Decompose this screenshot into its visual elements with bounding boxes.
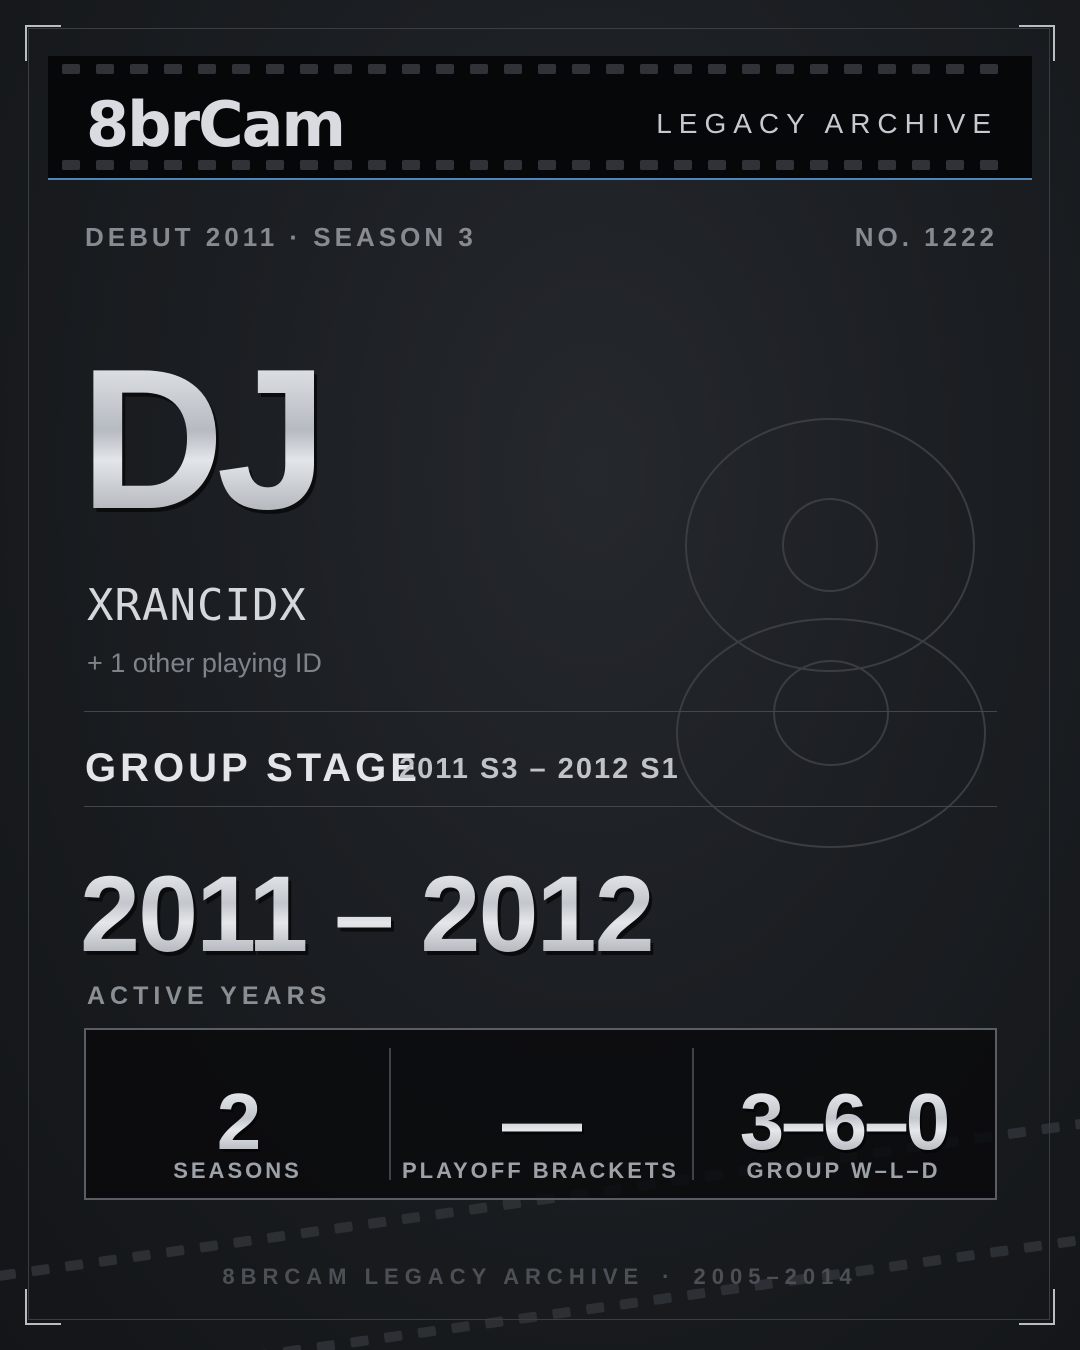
film-perforation [470, 160, 488, 170]
film-perforation [334, 64, 352, 74]
film-perforation [266, 64, 284, 74]
film-perforation [640, 64, 658, 74]
film-perforation [164, 64, 182, 74]
film-perforation [164, 160, 182, 170]
film-perforation [130, 64, 148, 74]
film-perforation [62, 160, 80, 170]
header-film-strip: 8brCam LEGACY ARCHIVE [48, 56, 1032, 180]
footer-separator: · [662, 1264, 676, 1289]
film-perforation [946, 64, 964, 74]
film-perforation [742, 160, 760, 170]
stage-range: 2011 S3 – 2012 S1 [399, 753, 680, 785]
film-perforation [436, 64, 454, 74]
stat-value: 2 [86, 1082, 389, 1162]
film-perforation [383, 1330, 403, 1343]
film-perforation [640, 160, 658, 170]
film-perforation [1074, 1117, 1080, 1130]
film-perforation [946, 160, 964, 170]
film-perforation [572, 160, 590, 170]
film-perforation [878, 64, 896, 74]
footer: 8BRCAM LEGACY ARCHIVE · 2005–2014 [0, 1264, 1080, 1290]
player-name: XRANCIDX [87, 580, 307, 631]
film-perforation [451, 1321, 470, 1334]
header-subtitle: LEGACY ARCHIVE [656, 108, 998, 139]
film-perforation [674, 64, 692, 74]
debut-info: DEBUT 2011 · SEASON 3 [85, 222, 477, 252]
stat-playoff-brackets: — PLAYOFF BRACKETS [389, 1030, 692, 1198]
stat-value: 3–6–0 [692, 1082, 995, 1162]
film-perforation [1057, 1236, 1076, 1248]
stat-group-record: 3–6–0 GROUP W–L–D [692, 1030, 995, 1198]
brand-logo: 8brCam [86, 88, 346, 161]
active-years: 2011 – 2012 [80, 853, 655, 974]
film-perforation [232, 64, 250, 74]
film-perforation [572, 64, 590, 74]
film-perforation [538, 64, 556, 74]
footer-archive-name: 8BRCAM LEGACY ARCHIVE [222, 1264, 645, 1289]
film-perforation [504, 64, 522, 74]
film-perforation [708, 160, 726, 170]
film-perforation [538, 160, 556, 170]
other-ids-note: + 1 other playing ID [87, 648, 322, 678]
film-perforation [316, 1340, 336, 1350]
film-perforation [198, 64, 216, 74]
film-perforation [402, 160, 420, 170]
film-perforation [776, 160, 794, 170]
player-initials: DJ [80, 328, 328, 551]
stat-label: GROUP W–L–D [746, 1158, 941, 1183]
film-perforation [742, 64, 760, 74]
film-perforation [810, 160, 828, 170]
film-perforation [912, 64, 930, 74]
film-perforation [402, 64, 420, 74]
film-perforation [504, 160, 522, 170]
stat-label: SEASONS [173, 1158, 302, 1183]
film-perforation [708, 64, 726, 74]
film-perforation [198, 160, 216, 170]
film-perforation [470, 64, 488, 74]
film-perforation [62, 64, 80, 74]
film-perforation [368, 64, 386, 74]
film-perforations-top [62, 64, 1032, 74]
film-perforation [300, 160, 318, 170]
film-perforation [844, 64, 862, 74]
corner-bracket [25, 1289, 61, 1325]
film-perforation [810, 64, 828, 74]
film-perforation [232, 160, 250, 170]
stage-title: GROUP STAGE [85, 746, 421, 790]
film-perforation [368, 160, 386, 170]
film-perforation [776, 64, 794, 74]
film-perforation [674, 160, 692, 170]
film-perforation [436, 160, 454, 170]
film-perforation [350, 1335, 369, 1348]
divider [84, 806, 997, 807]
film-perforation [266, 160, 284, 170]
footer-years: 2005–2014 [693, 1264, 858, 1289]
film-perforation [96, 160, 114, 170]
card-number: NO. 1222 [854, 222, 998, 252]
stat-value: — [389, 1082, 692, 1162]
film-perforation [417, 1325, 437, 1338]
film-perforation [844, 160, 862, 170]
stat-seasons: 2 SEASONS [86, 1030, 389, 1198]
film-perforation [878, 160, 896, 170]
film-perforation [130, 160, 148, 170]
film-perforation [282, 1344, 302, 1350]
film-perforation [96, 64, 114, 74]
film-perforation [980, 160, 998, 170]
film-perforations-bottom [62, 160, 1032, 170]
film-perforation [334, 160, 352, 170]
film-perforation [606, 64, 624, 74]
film-perforation [606, 160, 624, 170]
divider [84, 711, 997, 712]
stats-panel: 2 SEASONS — PLAYOFF BRACKETS 3–6–0 GROUP… [84, 1028, 997, 1200]
stat-label: PLAYOFF BRACKETS [402, 1158, 679, 1183]
film-perforation [912, 160, 930, 170]
film-perforation [980, 64, 998, 74]
film-perforation [300, 64, 318, 74]
corner-bracket [1019, 1289, 1055, 1325]
active-years-label: ACTIVE YEARS [87, 982, 332, 1010]
